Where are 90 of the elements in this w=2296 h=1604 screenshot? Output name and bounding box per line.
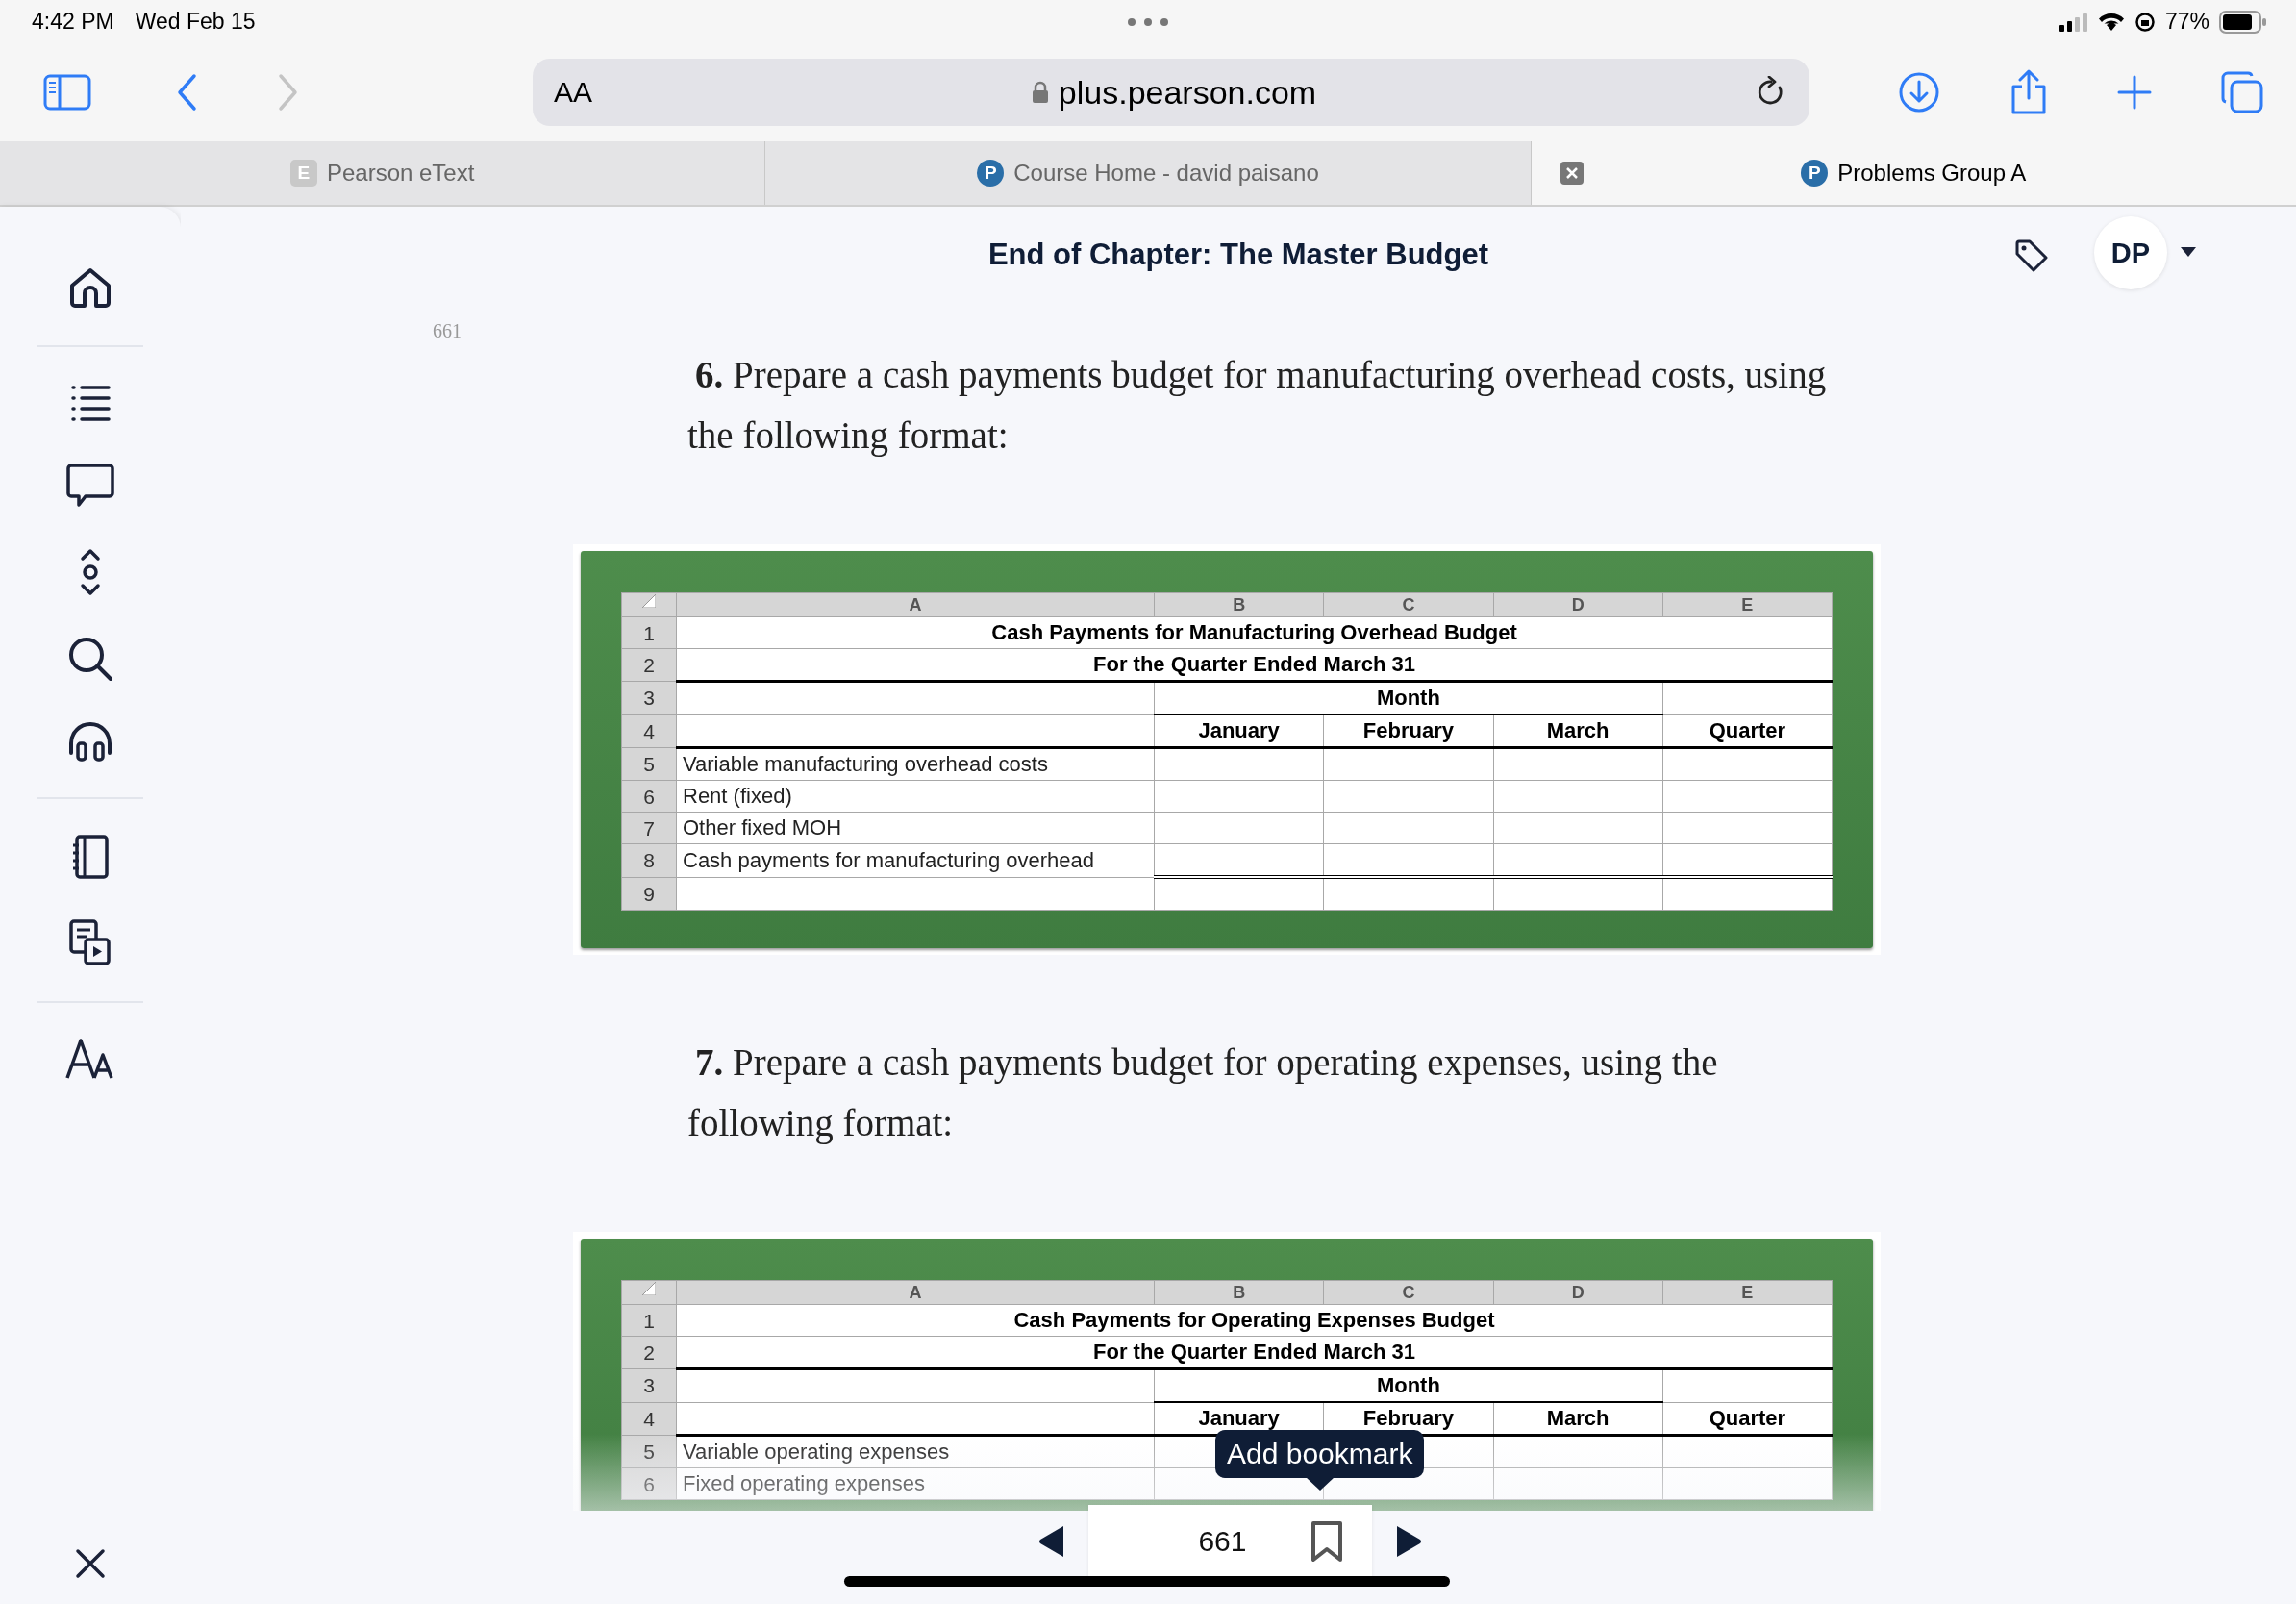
row-header: 1 bbox=[621, 1304, 677, 1337]
share-icon[interactable] bbox=[2009, 69, 2048, 115]
battery-icon bbox=[2219, 10, 2267, 34]
table-cell: Fixed operating expenses bbox=[676, 1467, 1155, 1500]
caret-icon[interactable] bbox=[2181, 247, 2196, 257]
previous-page-icon[interactable] bbox=[1037, 1523, 1065, 1559]
table-cell: Cash payments for manufacturing overhead bbox=[676, 843, 1155, 877]
address-field[interactable]: AA plus.pearson.com bbox=[533, 59, 1809, 126]
text-size-button[interactable]: AA bbox=[554, 76, 593, 109]
table-cell: Quarter bbox=[1662, 1402, 1833, 1436]
corner-icon bbox=[642, 594, 656, 608]
table-cell: March bbox=[1493, 714, 1663, 748]
download-icon[interactable] bbox=[1898, 71, 1940, 113]
row-header: 2 bbox=[621, 1336, 677, 1369]
page-number: 661 bbox=[433, 320, 462, 342]
column-header: D bbox=[1493, 592, 1663, 617]
row-header: 5 bbox=[621, 1435, 677, 1468]
column-header: A bbox=[676, 592, 1155, 617]
row-header: 8 bbox=[621, 843, 677, 877]
notebook-icon[interactable] bbox=[71, 834, 110, 880]
tab-title: Problems Group A bbox=[1837, 160, 2027, 187]
table-cell: Cash Payments for Operating Expenses Budget bbox=[676, 1304, 1833, 1337]
comment-icon[interactable] bbox=[66, 463, 114, 509]
favicon: P bbox=[1801, 160, 1829, 187]
plus-icon[interactable] bbox=[2117, 75, 2152, 110]
row-header: 2 bbox=[621, 648, 677, 682]
corner-icon bbox=[642, 1282, 656, 1295]
wifi-icon bbox=[2097, 12, 2125, 32]
table-cell: Month bbox=[1154, 1368, 1663, 1402]
row-header: 6 bbox=[621, 780, 677, 813]
status-date: Wed Feb 15 bbox=[135, 9, 256, 35]
more-icon[interactable] bbox=[1127, 17, 1169, 27]
table-cell: For the Quarter Ended March 31 bbox=[676, 1336, 1833, 1369]
tab-title: Pearson eText bbox=[326, 160, 475, 187]
row-header: 9 bbox=[621, 877, 677, 911]
font-size-icon[interactable] bbox=[65, 1038, 115, 1080]
question-text: 6. Prepare a cash payments budget for manufacturing overhead costs, using the following format: bbox=[687, 353, 1828, 459]
sidebar-icon[interactable] bbox=[43, 74, 91, 111]
column-header: D bbox=[1493, 1280, 1663, 1305]
signal-icon bbox=[2059, 12, 2088, 32]
browser-tab[interactable]: P Problems Group A bbox=[1531, 141, 2296, 205]
media-icon[interactable] bbox=[68, 918, 112, 966]
back-icon[interactable] bbox=[175, 73, 198, 112]
column-header: A bbox=[676, 1280, 1155, 1305]
row-header: 5 bbox=[621, 747, 677, 781]
current-page: 661 bbox=[1198, 1524, 1247, 1558]
table-cell: Quarter bbox=[1662, 714, 1833, 748]
avatar[interactable]: DP bbox=[2094, 216, 2167, 289]
tab-title: Course Home - david paisano bbox=[1013, 160, 1319, 187]
table-cell: Cash Payments for Manufacturing Overhead Budget bbox=[676, 616, 1833, 649]
favicon: P bbox=[977, 160, 1005, 187]
question-text: 7. Prepare a cash payments budget for operating expenses, using the following format: bbox=[687, 1040, 1719, 1146]
table-cell: Variable operating expenses bbox=[676, 1435, 1155, 1468]
next-page-icon[interactable] bbox=[1394, 1523, 1422, 1559]
battery-percent: 77% bbox=[2164, 9, 2209, 35]
column-header: E bbox=[1662, 1280, 1833, 1305]
column-header: C bbox=[1323, 1280, 1493, 1305]
headphones-icon[interactable] bbox=[67, 720, 113, 763]
table-cell: February bbox=[1323, 714, 1493, 748]
rotation-lock-icon bbox=[2134, 11, 2156, 33]
row-header: 1 bbox=[621, 616, 677, 649]
row-header: 3 bbox=[621, 681, 677, 714]
table-cell: Variable manufacturing overhead costs bbox=[676, 747, 1155, 781]
expand-icon[interactable] bbox=[78, 547, 103, 597]
table-cell: Other fixed MOH bbox=[676, 812, 1155, 844]
row-header: 4 bbox=[621, 1402, 677, 1436]
tabs-icon[interactable] bbox=[2221, 71, 2263, 113]
table-cell: For the Quarter Ended March 31 bbox=[676, 648, 1833, 682]
url-text: plus.pearson.com bbox=[1058, 73, 1317, 112]
row-header: 4 bbox=[621, 714, 677, 748]
table-cell: March bbox=[1493, 1402, 1663, 1436]
close-icon[interactable] bbox=[75, 1548, 106, 1579]
status-time: 4:42 PM bbox=[32, 9, 114, 35]
browser-tab[interactable]: P Course Home - david paisano bbox=[765, 141, 1532, 205]
row-header: 7 bbox=[621, 812, 677, 844]
tag-icon[interactable] bbox=[2014, 238, 2049, 273]
column-header: B bbox=[1154, 1280, 1324, 1305]
table-cell: Month bbox=[1154, 681, 1663, 714]
column-header: C bbox=[1323, 592, 1493, 617]
row-header: 3 bbox=[621, 1368, 677, 1402]
row-header: 6 bbox=[621, 1467, 677, 1500]
table-cell: January bbox=[1154, 714, 1324, 748]
search-icon[interactable] bbox=[67, 636, 113, 682]
lock-icon bbox=[1031, 81, 1049, 104]
table-cell: Rent (fixed) bbox=[676, 780, 1155, 813]
tooltip-pointer-icon bbox=[1305, 1477, 1335, 1491]
column-header: B bbox=[1154, 592, 1324, 617]
column-header: E bbox=[1662, 592, 1833, 617]
bookmark-icon[interactable] bbox=[1310, 1519, 1343, 1563]
chapter-title: End of Chapter: The Master Budget bbox=[987, 238, 1489, 272]
